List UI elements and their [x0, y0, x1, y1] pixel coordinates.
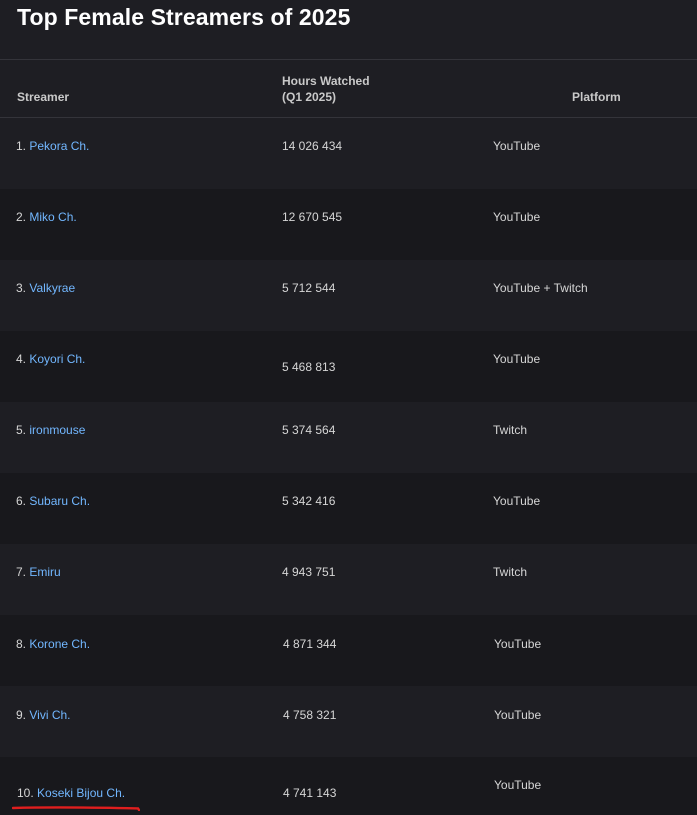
platform-cell: Twitch	[493, 423, 528, 437]
table-row: 10. Koseki Bijou Ch. 4 741 143 YouTube	[0, 757, 697, 815]
rank-number: 4.	[16, 352, 27, 366]
table-row: 3. Valkyrae 5 712 544 YouTube + Twitch	[0, 260, 697, 331]
streamer-link[interactable]: Korone Ch.	[29, 637, 90, 651]
header-platform[interactable]: Platform	[572, 89, 621, 105]
table-row: 6. Subaru Ch. 5 342 416 YouTube	[0, 473, 697, 544]
hours-cell: 5 342 416	[282, 494, 336, 508]
platform-cell: YouTube + Twitch	[493, 281, 588, 295]
hours-cell: 4 871 344	[283, 637, 337, 651]
table-row: 5. ironmouse 5 374 564 Twitch	[0, 402, 697, 473]
streamer-link[interactable]: Emiru	[29, 565, 60, 579]
hours-cell: 5 374 564	[282, 423, 336, 437]
streamer-link[interactable]: ironmouse	[29, 423, 85, 437]
platform-cell: YouTube	[493, 352, 541, 366]
streamer-cell: 9. Vivi Ch.	[16, 707, 71, 723]
header-hours-line1: Hours Watched	[282, 74, 370, 88]
page-title: Top Female Streamers of 2025	[17, 4, 351, 30]
rank-number: 1.	[16, 139, 27, 153]
streamer-cell: 5. ironmouse	[16, 422, 85, 438]
rank-number: 9.	[16, 708, 27, 722]
streamer-link[interactable]: Koseki Bijou Ch.	[37, 786, 125, 800]
streamer-link[interactable]: Subaru Ch.	[29, 494, 90, 508]
rank-number: 7.	[16, 565, 27, 579]
red-underline-annotation	[12, 806, 140, 811]
header-hours-watched[interactable]: Hours Watched (Q1 2025)	[282, 73, 370, 105]
platform-cell: YouTube	[493, 210, 541, 224]
streamer-link[interactable]: Vivi Ch.	[29, 708, 70, 722]
streamer-cell: 3. Valkyrae	[16, 280, 75, 296]
table-header: Streamer Hours Watched (Q1 2025) Platfor…	[0, 59, 697, 118]
streamer-cell: 6. Subaru Ch.	[16, 493, 90, 509]
rank-number: 5.	[16, 423, 27, 437]
header-streamer[interactable]: Streamer	[17, 89, 69, 105]
platform-cell: YouTube	[493, 494, 541, 508]
platform-cell: YouTube	[494, 708, 542, 722]
table-row: 8. Korone Ch. 4 871 344 YouTube	[0, 615, 697, 686]
rank-number: 10.	[17, 786, 34, 800]
streamer-cell: 2. Miko Ch.	[16, 209, 77, 225]
platform-cell: YouTube	[493, 139, 541, 153]
hours-cell: 12 670 545	[282, 210, 343, 224]
table-row: 4. Koyori Ch. 5 468 813 YouTube	[0, 331, 697, 402]
page: Top Female Streamers of 2025 Streamer Ho…	[0, 0, 697, 815]
hours-cell: 5 468 813	[282, 360, 336, 374]
streamer-cell: 10. Koseki Bijou Ch.	[17, 785, 125, 801]
hours-cell: 4 943 751	[282, 565, 336, 579]
table-row: 2. Miko Ch. 12 670 545 YouTube	[0, 189, 697, 260]
rank-number: 6.	[16, 494, 27, 508]
streamer-cell: 4. Koyori Ch.	[16, 351, 85, 367]
hours-cell: 4 758 321	[283, 708, 337, 722]
streamer-cell: 8. Korone Ch.	[16, 636, 90, 652]
platform-cell: Twitch	[493, 565, 528, 579]
streamers-table: Streamer Hours Watched (Q1 2025) Platfor…	[0, 59, 697, 815]
rank-number: 8.	[16, 637, 27, 651]
hours-cell: 4 741 143	[283, 786, 337, 800]
streamer-link[interactable]: Valkyrae	[29, 281, 75, 295]
rank-number: 2.	[16, 210, 27, 224]
streamer-link[interactable]: Koyori Ch.	[29, 352, 85, 366]
platform-cell: YouTube	[494, 778, 542, 792]
platform-cell: YouTube	[494, 637, 542, 651]
table-row: 7. Emiru 4 943 751 Twitch	[0, 544, 697, 615]
streamer-link[interactable]: Pekora Ch.	[29, 139, 89, 153]
header-hours-line2: (Q1 2025)	[282, 90, 337, 104]
rank-number: 3.	[16, 281, 27, 295]
streamer-cell: 1. Pekora Ch.	[16, 138, 89, 154]
hours-cell: 5 712 544	[282, 281, 336, 295]
streamer-link[interactable]: Miko Ch.	[29, 210, 76, 224]
table-row: 9. Vivi Ch. 4 758 321 YouTube	[0, 686, 697, 757]
hours-cell: 14 026 434	[282, 139, 343, 153]
table-row: 1. Pekora Ch. 14 026 434 YouTube	[0, 118, 697, 189]
streamer-cell: 7. Emiru	[16, 564, 61, 580]
